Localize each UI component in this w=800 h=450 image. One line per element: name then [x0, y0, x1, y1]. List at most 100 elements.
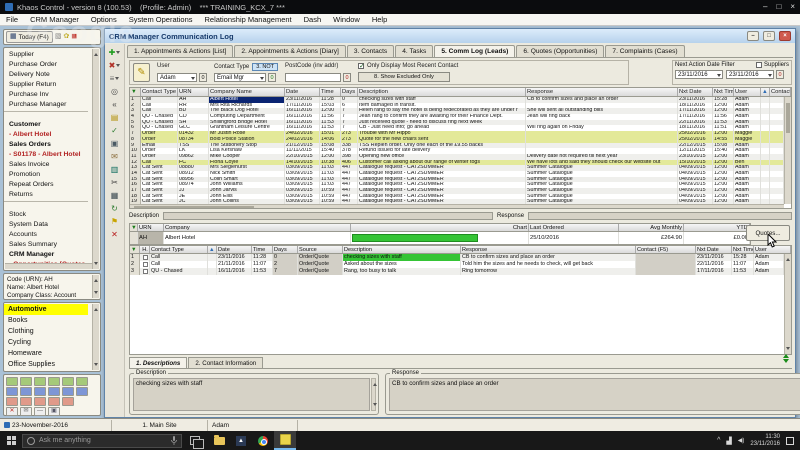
header-company-name[interactable]: Company Name: [209, 88, 285, 96]
category-scrollbar[interactable]: [92, 304, 99, 370]
close-icon[interactable]: ✕: [106, 228, 124, 241]
header-user[interactable]: User: [734, 88, 761, 96]
header-response[interactable]: Response: [461, 246, 636, 253]
header-contact[interactable]: Contact (F5): [770, 88, 791, 96]
wizard-button[interactable]: ✎: [133, 63, 150, 82]
quick-action-button[interactable]: [34, 397, 46, 406]
history-row[interactable]: 2 Call 21/11/2016 11:07 2 Order/Quote As…: [130, 261, 784, 268]
header-response[interactable]: Response: [526, 88, 678, 96]
taskbar-clock[interactable]: 11:30 23/11/2016: [750, 434, 780, 448]
header-time[interactable]: Time: [320, 88, 341, 96]
header-avg-monthly[interactable]: Avg Monthly: [619, 224, 684, 231]
header-company[interactable]: Company: [164, 224, 351, 231]
photos-icon[interactable]: ▲: [230, 431, 252, 450]
crm-tab[interactable]: 2. Appointments & Actions [Diary]: [234, 45, 346, 57]
collapse-icon[interactable]: «: [106, 98, 124, 111]
description-text[interactable]: checking sizes with staff: [133, 378, 370, 411]
sidebar-nav-item[interactable]: CRM Manager: [4, 250, 88, 260]
user-select[interactable]: Adam: [157, 73, 197, 82]
header-time[interactable]: Time: [252, 246, 273, 253]
header-nxt-time[interactable]: Nxt Time: [732, 246, 754, 253]
menu-item[interactable]: File: [0, 15, 24, 24]
menu-item[interactable]: Window: [327, 15, 366, 24]
crm-minimize-button[interactable]: –: [747, 31, 759, 41]
postcode-not-count-button[interactable]: 0: [343, 73, 351, 82]
row-checkbox[interactable]: [143, 269, 148, 274]
today-button[interactable]: ▦ Today (F4): [6, 31, 53, 43]
filter-icon[interactable]: ≡: [106, 72, 124, 85]
row-checkbox[interactable]: [143, 262, 148, 267]
sidebar-nav-item[interactable]: Stock: [4, 210, 88, 220]
sort-icon[interactable]: ▲: [761, 88, 770, 96]
header-nxt-time[interactable]: Nxt Time: [713, 88, 734, 96]
export-icon[interactable]: ↻: [106, 202, 124, 215]
header-contact-type[interactable]: Contact Type: [150, 246, 208, 253]
quick-action-button[interactable]: [20, 377, 32, 386]
contact-type-not-count-button[interactable]: 0: [268, 73, 276, 82]
close-button[interactable]: ×: [790, 0, 795, 14]
crm-tab[interactable]: 6. Quotes (Opportunities): [516, 45, 604, 57]
cut-icon[interactable]: ✂: [106, 176, 124, 189]
tray-expand-icon[interactable]: ^: [717, 437, 720, 444]
menu-item[interactable]: CRM Manager: [24, 15, 85, 24]
next-action-to-date[interactable]: 23/11/2016: [726, 70, 774, 79]
history-row[interactable]: 3 QU - Chased 16/11/2016 11:53 7 Order/Q…: [130, 268, 784, 275]
minimize-button[interactable]: –: [763, 0, 767, 14]
sidebar-nav-item[interactable]: Purchase Order: [4, 60, 88, 70]
filter-funnel-icon[interactable]: ▼: [130, 88, 141, 96]
info-scrollbar[interactable]: [92, 275, 99, 298]
row-checkbox[interactable]: [143, 255, 148, 260]
filter-funnel-icon[interactable]: ▼: [130, 246, 140, 253]
header-chart[interactable]: Chart: [351, 224, 529, 231]
khaos-control-taskbar-icon[interactable]: [274, 431, 296, 450]
quick-action-button[interactable]: [6, 377, 18, 386]
quick-action-button[interactable]: [6, 387, 18, 396]
quick-action-button[interactable]: [62, 397, 74, 406]
sidebar-nav-item[interactable]: - Albert Hotel: [4, 130, 88, 140]
detail-tab[interactable]: 2. Contact Information: [188, 357, 263, 368]
file-explorer-icon[interactable]: [208, 431, 230, 450]
category-item[interactable]: Automotive: [4, 304, 88, 315]
category-item[interactable]: Clothing: [4, 326, 88, 337]
comm-log-vertical-scrollbar[interactable]: [784, 97, 791, 204]
header-date[interactable]: Date: [285, 88, 320, 96]
quick-action-button[interactable]: [48, 397, 60, 406]
header-date[interactable]: Date: [217, 246, 252, 253]
quick-action-button[interactable]: [48, 387, 60, 396]
header-description[interactable]: Description: [358, 88, 526, 96]
header-contact[interactable]: Contact (F5): [636, 246, 696, 253]
quick-action-button[interactable]: ✕: [6, 407, 18, 416]
history-row[interactable]: 1 Call 23/11/2016 11:28 0 Order/Quote ch…: [130, 254, 784, 261]
email-icon[interactable]: ✉: [106, 150, 124, 163]
header-urn[interactable]: URN: [138, 224, 164, 231]
menu-item[interactable]: Dash: [298, 15, 328, 24]
quick-action-button[interactable]: [20, 387, 32, 396]
header-nxt-date[interactable]: Nxt Date: [678, 88, 713, 96]
flag-icon[interactable]: ⚑: [106, 215, 124, 228]
mid-response-field[interactable]: [528, 212, 792, 220]
quick-action-button[interactable]: [34, 387, 46, 396]
user-not-count-button[interactable]: 0: [199, 73, 207, 82]
quick-action-button[interactable]: [20, 397, 32, 406]
chrome-icon[interactable]: [252, 431, 274, 450]
menu-item[interactable]: Help: [366, 15, 393, 24]
speaker-icon[interactable]: ◀): [738, 437, 745, 444]
crm-tab[interactable]: 5. Comm Log (Leads): [434, 45, 515, 57]
header-description[interactable]: Description: [343, 246, 461, 253]
category-item[interactable]: Books: [4, 315, 88, 326]
contact-type-select[interactable]: Email Mgr: [214, 73, 266, 82]
header-last-ordered[interactable]: Last Ordered: [529, 224, 619, 231]
description-scrollbar[interactable]: [371, 378, 376, 411]
print-icon[interactable]: ▣: [106, 137, 124, 150]
crm-maximize-button[interactable]: □: [763, 31, 775, 41]
recent-contact-checkbox[interactable]: [358, 63, 364, 69]
crm-close-button[interactable]: ×: [779, 31, 791, 41]
sidebar-nav-item[interactable]: Repeat Orders: [4, 180, 88, 190]
sidebar-nav-item[interactable]: Purchase Inv: [4, 90, 88, 100]
history-vertical-scrollbar[interactable]: [784, 254, 791, 354]
sidebar-nav-item[interactable]: Sales Summary: [4, 240, 88, 250]
nav-horizontal-scrollbar[interactable]: [5, 263, 92, 269]
notification-center-icon[interactable]: [786, 437, 794, 445]
sidebar-nav-item[interactable]: Sales Orders: [4, 140, 88, 150]
category-item[interactable]: Homeware: [4, 348, 88, 359]
